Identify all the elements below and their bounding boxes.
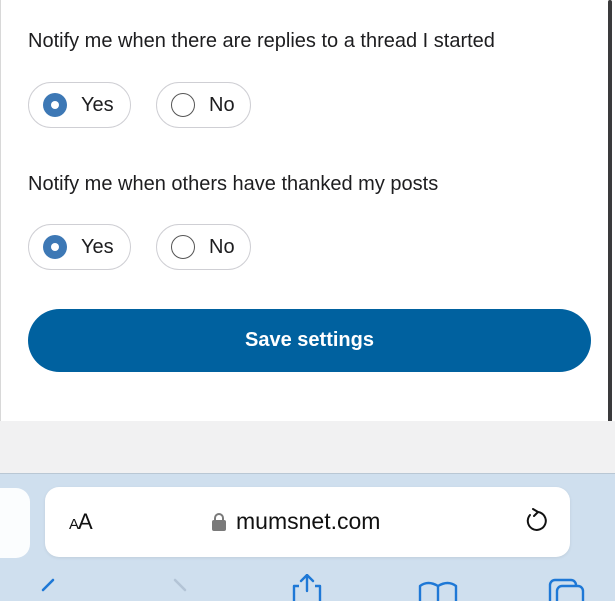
- radio-thanks-no[interactable]: No: [156, 224, 251, 270]
- radio-label: Yes: [81, 93, 114, 116]
- radio-group-thanks: Yes No: [28, 224, 251, 270]
- reader-options-button[interactable]: AA: [69, 509, 93, 535]
- radio-replies-yes[interactable]: Yes: [28, 82, 131, 128]
- back-icon[interactable]: [36, 578, 60, 601]
- radio-unchecked-icon: [171, 93, 195, 117]
- radio-label: No: [209, 235, 235, 258]
- reload-icon[interactable]: [524, 507, 550, 535]
- page-footer-band: [0, 421, 615, 473]
- radio-unchecked-icon: [171, 235, 195, 259]
- radio-checked-icon: [43, 93, 67, 117]
- share-icon[interactable]: [290, 574, 324, 601]
- radio-label: Yes: [81, 235, 114, 258]
- url-text: mumsnet.com: [236, 508, 381, 534]
- settings-panel: Notify me when there are replies to a th…: [0, 0, 611, 421]
- forward-icon[interactable]: [168, 578, 192, 601]
- radio-replies-no[interactable]: No: [156, 82, 251, 128]
- address-bar[interactable]: AA mumsnet.com: [45, 487, 570, 557]
- browser-toolbar: AA mumsnet.com: [0, 473, 615, 601]
- url-display[interactable]: mumsnet.com: [212, 508, 380, 535]
- save-settings-button[interactable]: Save settings: [28, 309, 591, 372]
- question-replies-label: Notify me when there are replies to a th…: [28, 30, 495, 52]
- radio-label: No: [209, 93, 235, 116]
- bookmarks-icon[interactable]: [418, 580, 458, 601]
- question-thanks-label: Notify me when others have thanked my po…: [28, 173, 439, 195]
- lock-icon: [212, 512, 226, 531]
- radio-thanks-yes[interactable]: Yes: [28, 224, 131, 270]
- previous-tab-peek[interactable]: [0, 488, 30, 558]
- scrollbar[interactable]: [608, 0, 612, 468]
- radio-group-replies: Yes No: [28, 82, 251, 128]
- radio-checked-icon: [43, 235, 67, 259]
- tabs-icon[interactable]: [548, 578, 586, 601]
